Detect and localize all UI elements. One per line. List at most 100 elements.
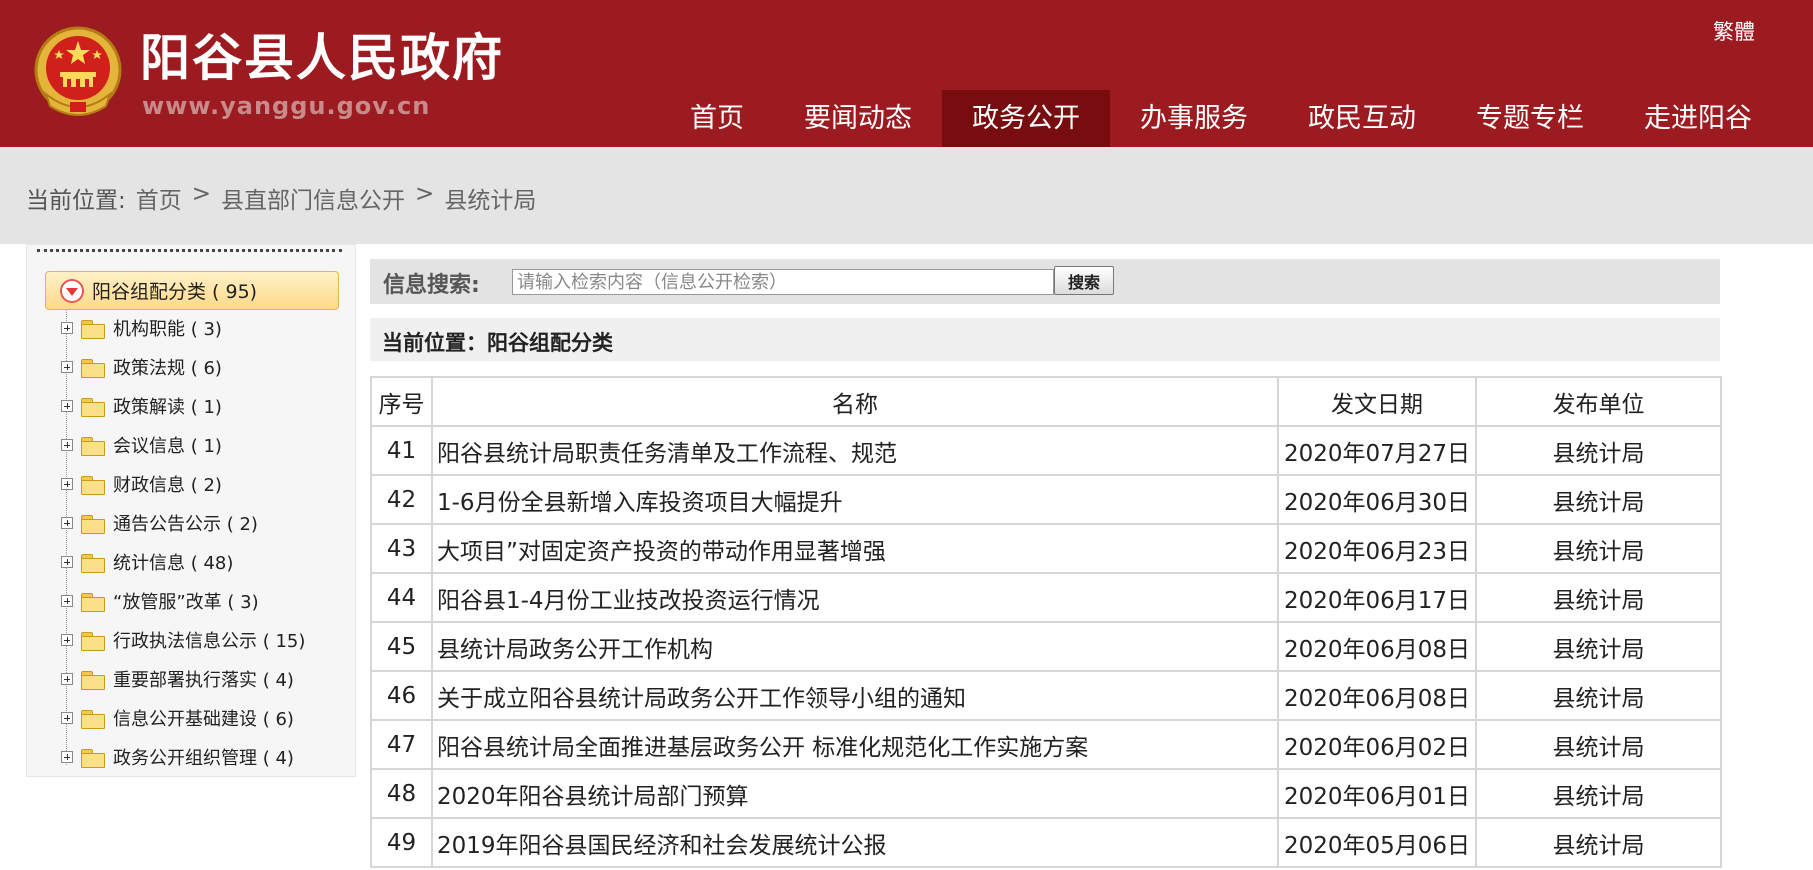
tree-item-organization[interactable]: 政务公开组织管理 ( 4) [61, 742, 294, 772]
document-link[interactable]: 阳谷县1-4月份工业技改投资运行情况 [437, 588, 820, 614]
current-position-text: 当前位置：阳谷组配分类 [382, 331, 613, 355]
folder-icon [81, 514, 105, 534]
row-title-cell: 2020年阳谷县统计局部门预算 [431, 768, 1279, 819]
main-nav: 首页 要闻动态 政务公开 办事服务 政民互动 专题专栏 走进阳谷 [660, 90, 1782, 147]
expand-plus-icon[interactable] [61, 478, 73, 490]
tree-item-label: 财政信息 ( 2) [113, 475, 222, 496]
document-link[interactable]: 1-6月份全县新增入库投资项目大幅提升 [437, 490, 843, 516]
expand-plus-icon[interactable] [61, 712, 73, 724]
traditional-chinese-link[interactable]: 繁體 [1713, 16, 1755, 46]
row-date: 2020年06月17日 [1277, 572, 1477, 623]
tree-item-infrastructure[interactable]: 信息公开基础建设 ( 6) [61, 703, 294, 733]
search-input[interactable] [512, 269, 1054, 295]
row-title-cell: 阳谷县统计局全面推进基层政务公开 标准化规范化工作实施方案 [431, 719, 1279, 770]
row-title-cell: 关于成立阳谷县统计局政务公开工作领导小组的通知 [431, 670, 1279, 721]
row-title-cell: 县统计局政务公开工作机构 [431, 621, 1279, 672]
row-no: 46 [370, 670, 433, 721]
expand-plus-icon[interactable] [61, 517, 73, 529]
folder-icon [81, 709, 105, 729]
tree-item-reform[interactable]: “放管服”改革 ( 3) [61, 586, 259, 616]
document-link[interactable]: 大项目”对固定资产投资的带动作用显著增强 [437, 539, 886, 565]
tree-item-statistics[interactable]: 统计信息 ( 48) [61, 547, 233, 577]
row-no: 45 [370, 621, 433, 672]
document-link[interactable]: 2020年阳谷县统计局部门预算 [437, 784, 749, 810]
tree-item-label: 政务公开组织管理 ( 4) [113, 748, 294, 769]
nav-special-topics[interactable]: 专题专栏 [1446, 90, 1614, 147]
tree-item-deployment[interactable]: 重要部署执行落实 ( 4) [61, 664, 294, 694]
breadcrumb-home-link[interactable]: 首页 [136, 181, 182, 215]
tree-item-policies[interactable]: 政策法规 ( 6) [61, 352, 222, 382]
row-no: 43 [370, 523, 433, 574]
tree-item-label: 统计信息 ( 48) [113, 553, 234, 574]
document-link[interactable]: 阳谷县统计局全面推进基层政务公开 标准化规范化工作实施方案 [437, 735, 1088, 761]
expand-plus-icon[interactable] [61, 439, 73, 451]
nav-home[interactable]: 首页 [660, 90, 774, 147]
site-title[interactable]: 阳谷县人民政府 [140, 30, 504, 86]
table-row: 44 阳谷县1-4月份工业技改投资运行情况 2020年06月17日 县统计局 [370, 572, 1722, 623]
row-title-cell: 阳谷县1-4月份工业技改投资运行情况 [431, 572, 1279, 623]
table-row: 42 1-6月份全县新增入库投资项目大幅提升 2020年06月30日 县统计局 [370, 474, 1722, 525]
header-date: 发文日期 [1277, 376, 1477, 427]
tree-root-label: 阳谷组配分类 ( 95) [92, 281, 258, 303]
row-title-cell: 阳谷县统计局职责任务清单及工作流程、规范 [431, 425, 1279, 476]
breadcrumb-statistics-bureau-link[interactable]: 县统计局 [444, 181, 536, 215]
table-row: 48 2020年阳谷县统计局部门预算 2020年06月01日 县统计局 [370, 768, 1722, 819]
row-no: 49 [370, 817, 433, 868]
breadcrumb-separator: > [191, 181, 212, 207]
nav-services[interactable]: 办事服务 [1110, 90, 1278, 147]
expand-plus-icon[interactable] [61, 673, 73, 685]
search-button[interactable]: 搜索 [1054, 266, 1114, 295]
search-label: 信息搜索: [383, 273, 480, 298]
row-unit: 县统计局 [1475, 474, 1722, 525]
row-date: 2020年07月27日 [1277, 425, 1477, 476]
folder-icon [81, 319, 105, 339]
row-no: 48 [370, 768, 433, 819]
expand-plus-icon[interactable] [61, 322, 73, 334]
tree-item-notices[interactable]: 通告公告公示 ( 2) [61, 508, 258, 538]
expand-plus-icon[interactable] [61, 595, 73, 607]
row-date: 2020年06月08日 [1277, 670, 1477, 721]
tree-item-law-enforcement[interactable]: 行政执法信息公示 ( 15) [61, 625, 305, 655]
tree-item-label: 政策法规 ( 6) [113, 358, 222, 379]
breadcrumb-departments-link[interactable]: 县直部门信息公开 [221, 181, 405, 215]
row-unit: 县统计局 [1475, 425, 1722, 476]
folder-icon [81, 748, 105, 768]
expand-plus-icon[interactable] [61, 556, 73, 568]
row-no: 44 [370, 572, 433, 623]
document-link[interactable]: 关于成立阳谷县统计局政务公开工作领导小组的通知 [437, 686, 966, 712]
tree-item-label: 机构职能 ( 3) [113, 319, 222, 340]
document-link[interactable]: 阳谷县统计局职责任务清单及工作流程、规范 [437, 441, 897, 467]
folder-icon [81, 436, 105, 456]
document-link[interactable]: 2019年阳谷县国民经济和社会发展统计公报 [437, 833, 887, 859]
nav-about-yanggu[interactable]: 走进阳谷 [1614, 90, 1782, 147]
tree-item-policy-interpretation[interactable]: 政策解读 ( 1) [61, 391, 222, 421]
row-date: 2020年06月02日 [1277, 719, 1477, 770]
tree-root-category[interactable]: 阳谷组配分类 ( 95) [45, 271, 339, 310]
row-no: 42 [370, 474, 433, 525]
tree-item-label: 信息公开基础建设 ( 6) [113, 709, 294, 730]
folder-icon [81, 358, 105, 378]
header-name: 名称 [431, 376, 1279, 427]
header-no: 序号 [370, 376, 433, 427]
nav-interaction[interactable]: 政民互动 [1278, 90, 1446, 147]
tree-item-meetings[interactable]: 会议信息 ( 1) [61, 430, 222, 460]
row-unit: 县统计局 [1475, 523, 1722, 574]
document-link[interactable]: 县统计局政务公开工作机构 [437, 637, 713, 663]
national-emblem-icon[interactable] [32, 24, 124, 120]
table-row: 49 2019年阳谷县国民经济和社会发展统计公报 2020年05月06日 县统计… [370, 817, 1722, 868]
row-unit: 县统计局 [1475, 768, 1722, 819]
table-header-row: 序号 名称 发文日期 发布单位 [370, 376, 1722, 427]
tree-item-finance[interactable]: 财政信息 ( 2) [61, 469, 222, 499]
row-title-cell: 大项目”对固定资产投资的带动作用显著增强 [431, 523, 1279, 574]
header-unit: 发布单位 [1475, 376, 1722, 427]
expand-plus-icon[interactable] [61, 751, 73, 763]
table-row: 45 县统计局政务公开工作机构 2020年06月08日 县统计局 [370, 621, 1722, 672]
nav-news[interactable]: 要闻动态 [774, 90, 942, 147]
expand-plus-icon[interactable] [61, 634, 73, 646]
tree-item-agency-functions[interactable]: 机构职能 ( 3) [61, 313, 222, 343]
expand-plus-icon[interactable] [61, 361, 73, 373]
expand-plus-icon[interactable] [61, 400, 73, 412]
collapse-icon[interactable] [60, 278, 84, 303]
nav-government-affairs[interactable]: 政务公开 [942, 90, 1110, 147]
row-date: 2020年06月23日 [1277, 523, 1477, 574]
